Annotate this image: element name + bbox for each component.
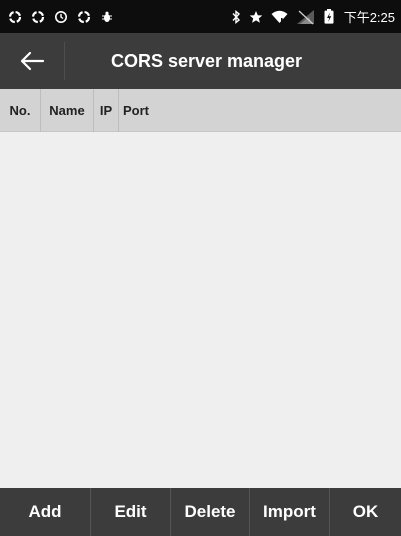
table-header: No. Name IP Port: [0, 88, 401, 132]
ok-button[interactable]: OK: [330, 488, 401, 536]
clock-icon: [55, 10, 67, 23]
battery-icon: [324, 9, 334, 24]
arrow-left-icon: [20, 51, 45, 71]
no-signal-icon: [296, 9, 314, 24]
status-right-icons: 下午2:25: [231, 7, 395, 26]
star-icon: [249, 10, 262, 23]
status-left-icons: [8, 10, 114, 24]
back-button[interactable]: [0, 33, 64, 89]
status-time: 下午2:25: [343, 10, 395, 25]
import-button[interactable]: Import: [250, 488, 330, 536]
wifi-icon: [271, 10, 288, 23]
status-bar: 下午2:25: [0, 0, 401, 33]
column-header-ip: IP: [94, 88, 119, 132]
server-list[interactable]: [0, 132, 401, 488]
bug-icon: [102, 11, 112, 22]
delete-button[interactable]: Delete: [171, 488, 250, 536]
sync-icon: [77, 10, 91, 23]
column-header-port: Port: [123, 102, 149, 118]
column-header-no: No.: [0, 88, 41, 132]
sync-icon: [8, 10, 22, 23]
edit-button[interactable]: Edit: [91, 488, 171, 536]
page-title: CORS server manager: [110, 50, 303, 71]
screen: 下午2:25 CORS server manager No. Name IP P…: [0, 0, 401, 536]
title-bar: CORS server manager: [0, 33, 401, 89]
bluetooth-icon: [232, 9, 240, 24]
column-header-name: Name: [41, 88, 94, 132]
bottom-toolbar: Add Edit Delete Import OK: [0, 488, 401, 536]
sync-icon: [31, 10, 45, 23]
add-button[interactable]: Add: [0, 488, 91, 536]
